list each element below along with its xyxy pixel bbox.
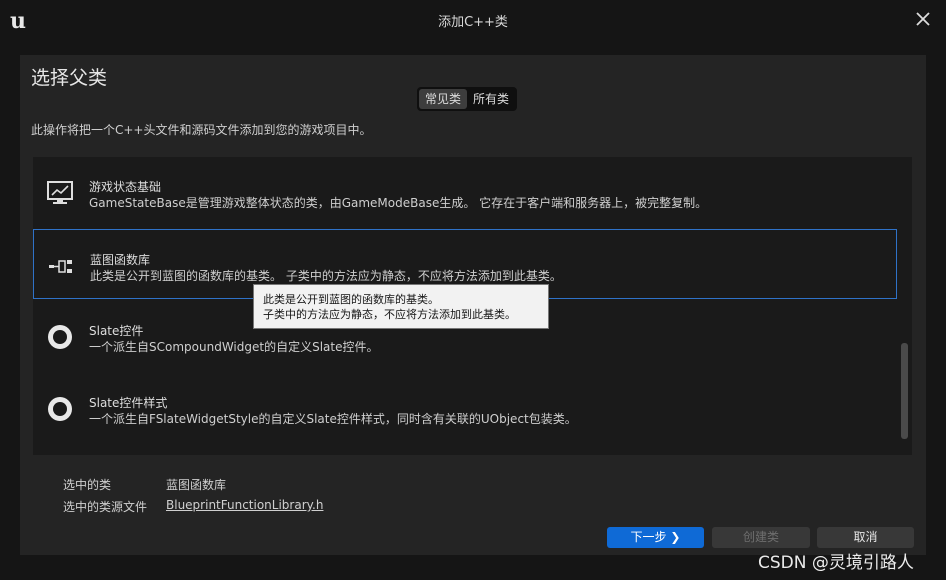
class-item-game-state-base[interactable]: 游戏状态基础 GameStateBase是管理游戏整体状态的类，由GameMod… (33, 157, 896, 227)
tooltip-line: 子类中的方法应为静态，不应将方法添加到此基类。 (263, 308, 516, 321)
ring-icon (48, 397, 72, 421)
class-description: GameStateBase是管理游戏整体状态的类，由GameModeBase生成… (89, 196, 708, 210)
tab-all-classes[interactable]: 所有类 (467, 89, 515, 109)
description-text: 此操作将把一个C++头文件和源码文件添加到您的游戏项目中。 (31, 123, 372, 137)
class-title: 蓝图函数库 (90, 253, 151, 267)
class-description: 此类是公开到蓝图的函数库的基类。 子类中的方法应为静态，不应将方法添加到此基类。 (90, 269, 562, 283)
class-description: 一个派生自FSlateWidgetStyle的自定义Slate控件样式，同时含有… (89, 412, 577, 426)
selected-class-value: 蓝图函数库 (166, 478, 227, 492)
watermark: CSDN @灵境引路人 (758, 553, 914, 573)
selected-file-link[interactable]: BlueprintFunctionLibrary.h (166, 498, 323, 512)
class-title: Slate控件样式 (89, 396, 168, 410)
tab-common-classes[interactable]: 常见类 (419, 89, 468, 109)
close-icon[interactable] (914, 10, 932, 28)
page-title: 选择父类 (31, 67, 108, 89)
class-filter-tabs: 常见类 所有类 (417, 87, 518, 111)
class-title: 游戏状态基础 (89, 180, 162, 194)
class-description: 一个派生自SCompoundWidget的自定义Slate控件。 (89, 340, 379, 354)
chevron-right-icon: ❯ (670, 530, 681, 544)
window-title: 添加C++类 (438, 15, 508, 30)
cancel-button[interactable]: 取消 (817, 527, 914, 548)
next-button[interactable]: 下一步 ❯ (607, 527, 704, 548)
class-item-slate-widget-style[interactable]: Slate控件样式 一个派生自FSlateWidgetStyle的自定义Slat… (33, 373, 896, 443)
class-tooltip: 此类是公开到蓝图的函数库的基类。 子类中的方法应为静态，不应将方法添加到此基类。 (253, 284, 549, 329)
tooltip-line: 此类是公开到蓝图的函数库的基类。 (263, 293, 439, 306)
create-class-button[interactable]: 创建类 (712, 527, 810, 548)
next-button-label: 下一步 (630, 530, 667, 544)
title-bar: u 添加C++类 (0, 0, 946, 40)
blueprint-function-icon (49, 260, 72, 273)
class-title: Slate控件 (89, 324, 144, 338)
ring-icon (48, 325, 72, 349)
list-scrollbar[interactable] (901, 343, 908, 439)
selected-file-label: 选中的类源文件 (63, 500, 148, 514)
monitor-graph-icon (47, 181, 73, 204)
selected-class-label: 选中的类 (63, 478, 112, 492)
